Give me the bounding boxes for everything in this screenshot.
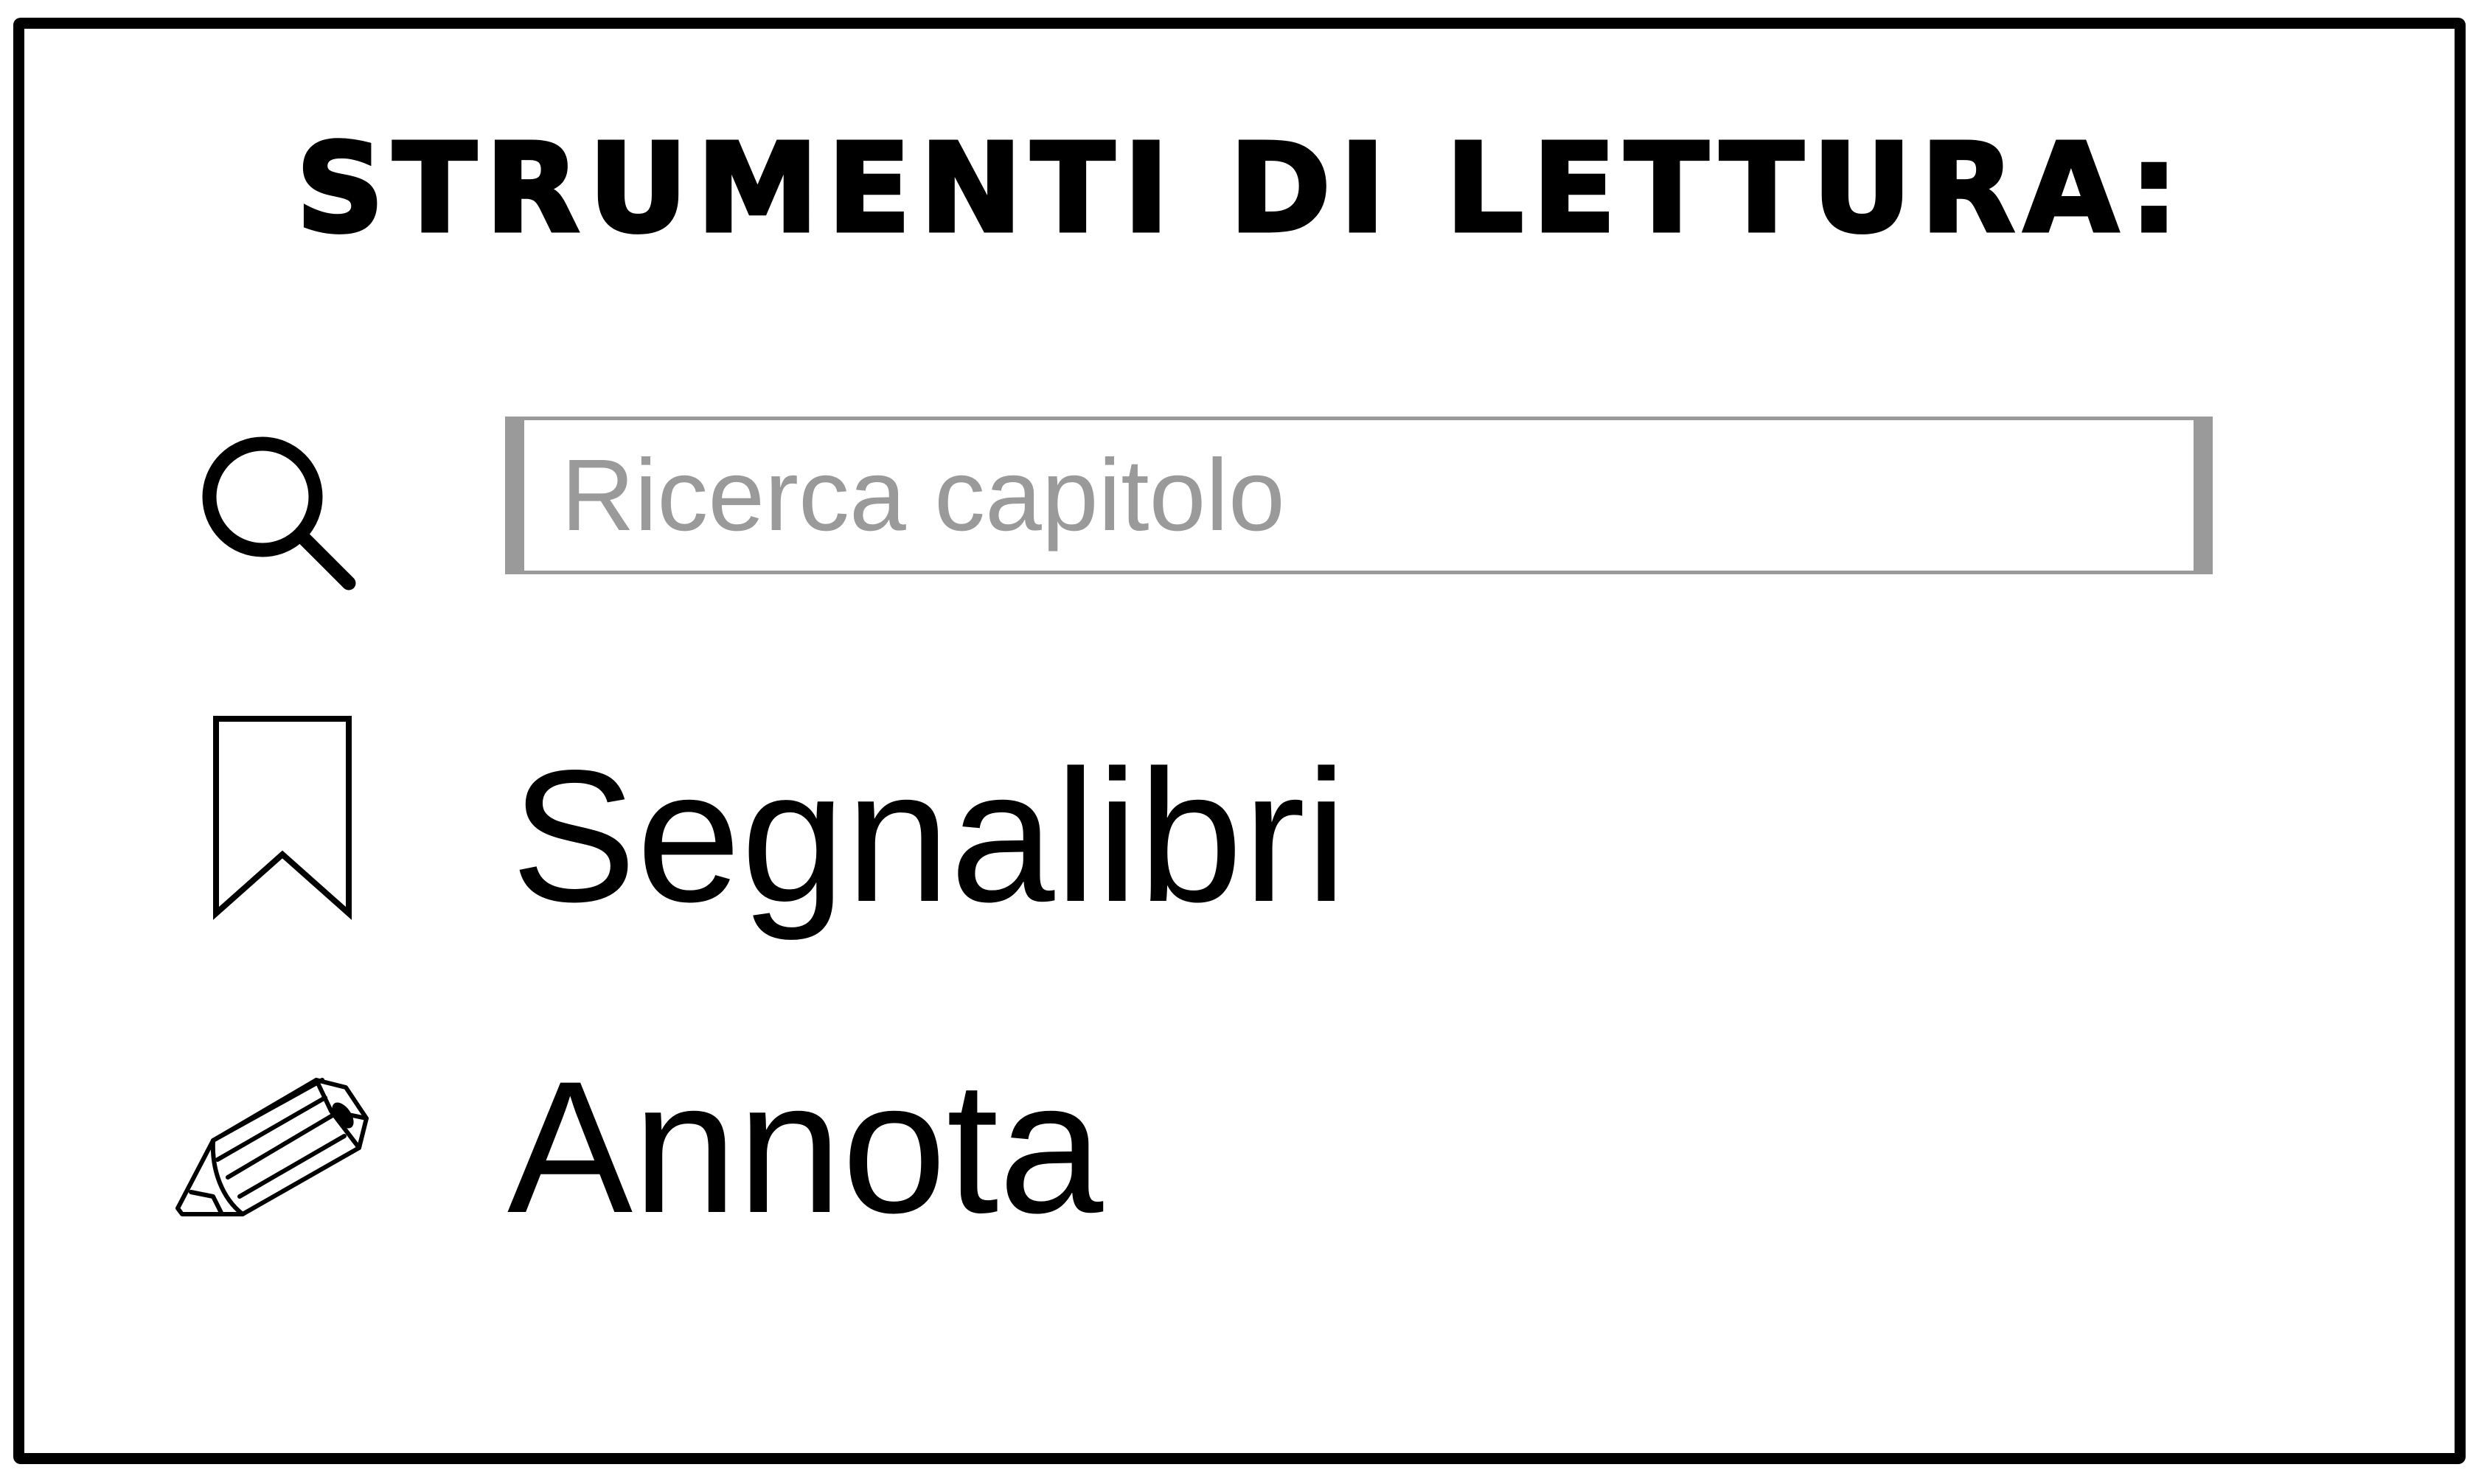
pencil-icon[interactable] — [169, 1067, 390, 1236]
search-icon[interactable] — [192, 427, 369, 604]
bookmark-icon[interactable] — [201, 706, 364, 927]
chapter-search-input[interactable] — [524, 420, 2194, 571]
menu-item-annotate[interactable] — [172, 1039, 2236, 1275]
panel-title: STRUMENTI DI LETTURA: — [294, 116, 2188, 262]
menu-item-bookmarks-label[interactable]: Segnalibri — [511, 726, 1347, 947]
reading-tools-panel: STRUMENTI DI LETTURA: Segnalibri — [13, 18, 2466, 1464]
chapter-search-field[interactable] — [505, 417, 2213, 574]
menu-item-annotate-label[interactable]: Annota — [507, 1037, 1103, 1258]
